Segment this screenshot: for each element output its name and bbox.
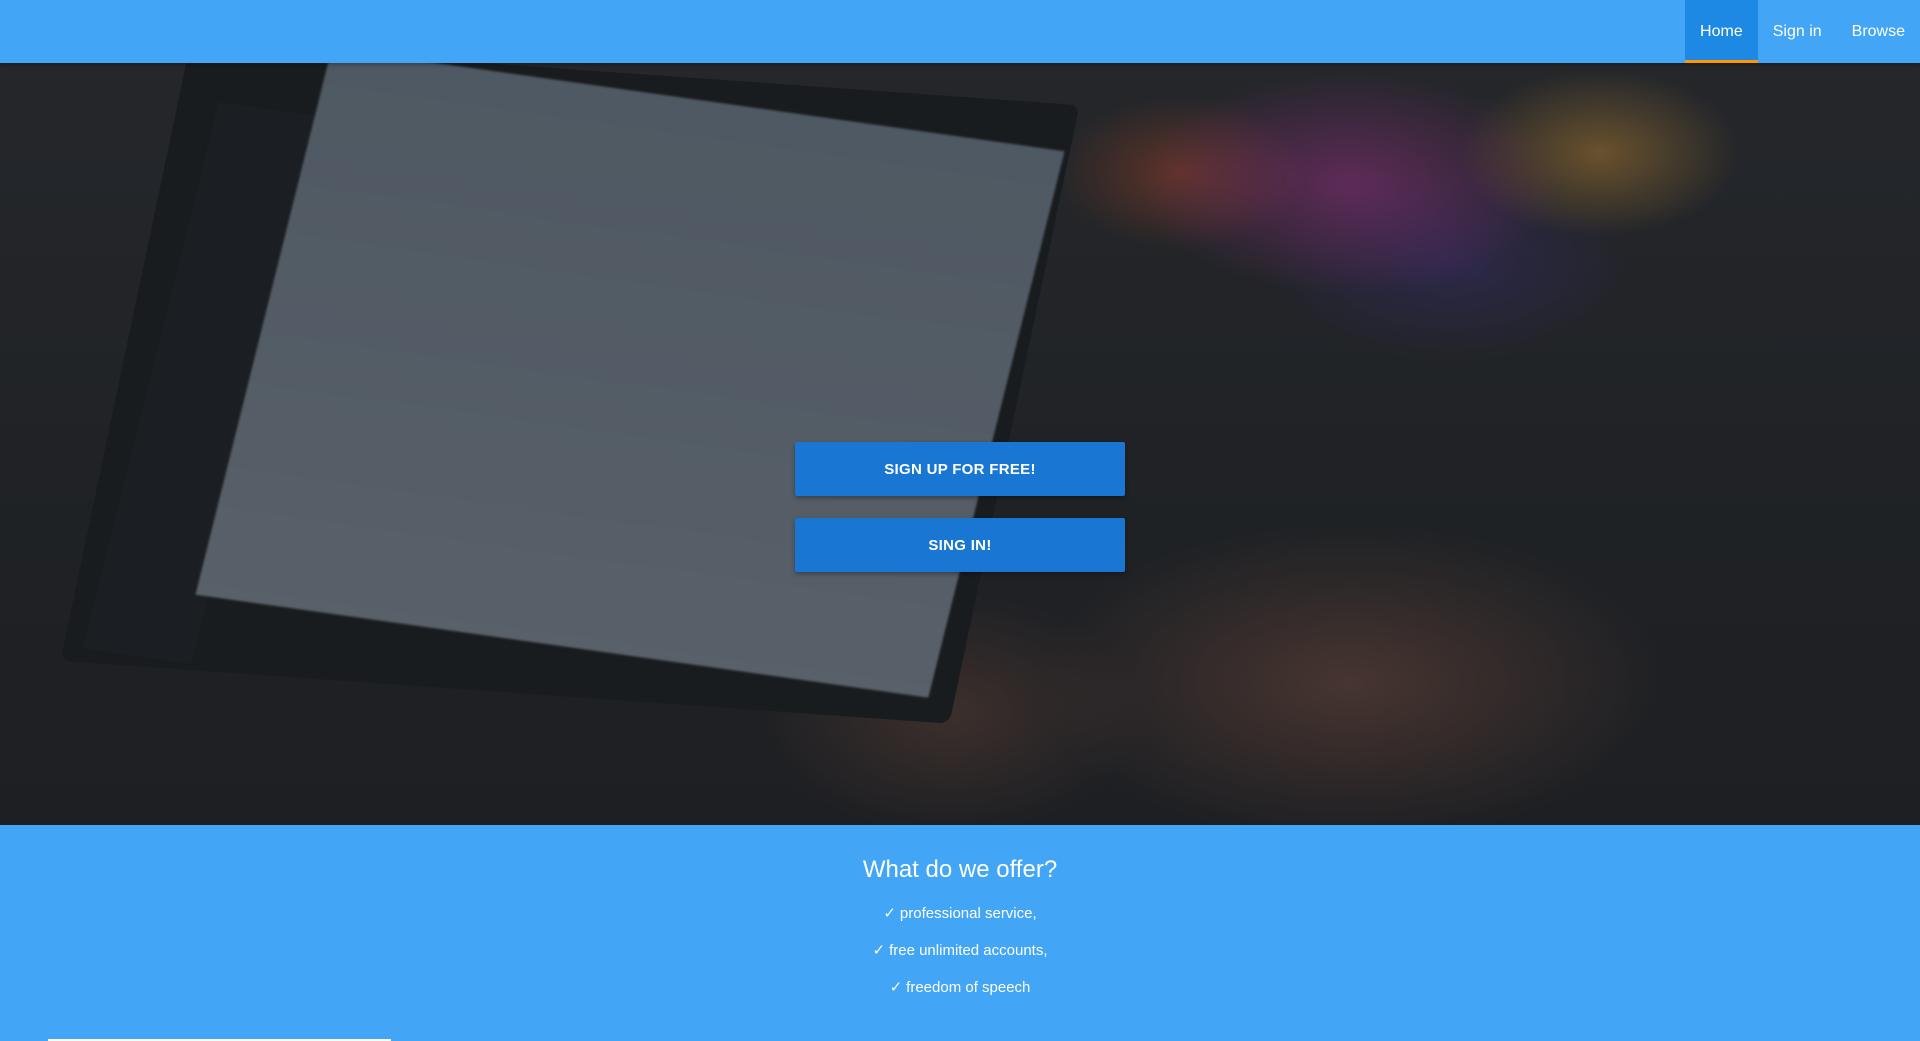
offer-item-text: free unlimited accounts,: [889, 942, 1048, 959]
top-navbar: Home Sign in Browse: [0, 0, 1920, 63]
nav-item-label: Browse: [1851, 22, 1905, 40]
sign-in-button-label: SING IN!: [928, 536, 992, 554]
checkmark-icon: ✓: [883, 905, 896, 922]
nav-item-label: Sign in: [1772, 22, 1822, 40]
offer-item-text: freedom of speech: [906, 979, 1031, 996]
sign-in-button[interactable]: SING IN!: [795, 518, 1125, 572]
sign-up-button-label: SIGN UP FOR FREE!: [884, 460, 1036, 478]
list-item: ✓ free unlimited accounts,: [0, 932, 1920, 969]
list-item: ✓ freedom of speech: [0, 969, 1920, 1006]
offer-item-text: professional service,: [899, 905, 1037, 922]
checkmark-icon: ✓: [872, 942, 886, 959]
offer-title: What do we offer?: [862, 856, 1058, 883]
nav-item-sign-in[interactable]: Sign in: [1758, 0, 1837, 63]
offer-list: ✓ professional service, ✓ free unlimited a…: [0, 895, 1920, 1006]
nav-item-home[interactable]: Home: [1685, 0, 1758, 63]
list-item: ✓ professional service,: [0, 895, 1920, 932]
nav-item-label: Home: [1700, 22, 1743, 40]
hero-section: SIGN UP FOR FREE! SING IN!: [0, 63, 1920, 825]
nav-item-browse[interactable]: Browse: [1837, 0, 1920, 63]
offer-section: What do we offer? ✓ professional service,…: [0, 825, 1920, 1041]
nav-menu: Home Sign in Browse: [1685, 0, 1920, 63]
checkmark-icon: ✓: [889, 979, 903, 996]
sign-up-button[interactable]: SIGN UP FOR FREE!: [795, 442, 1125, 496]
